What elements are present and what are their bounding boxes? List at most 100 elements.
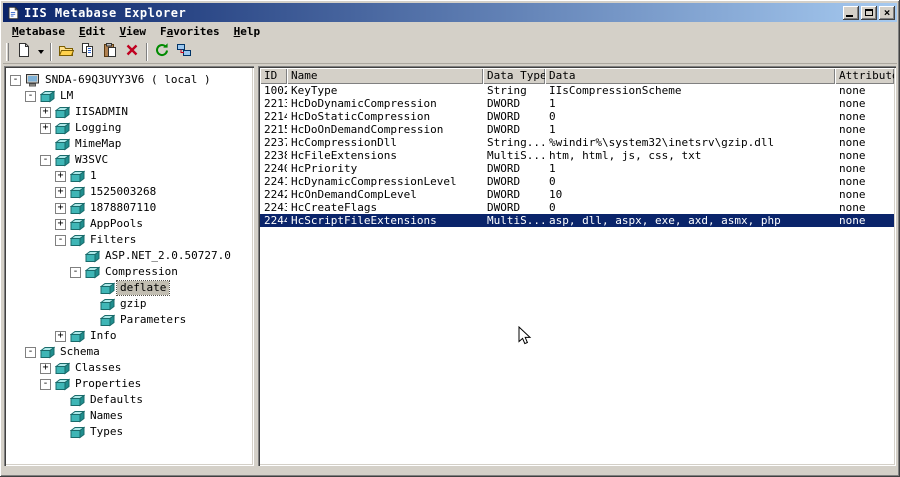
tree-label[interactable]: Logging [72,121,124,135]
menu-item-view[interactable]: View [112,23,153,40]
delete-button[interactable] [121,41,143,63]
tree-item-1878807110[interactable]: +1878807110 [6,200,252,216]
tree-label[interactable]: deflate [115,280,171,296]
expand-icon[interactable]: + [55,218,66,230]
list-header: IDNameData TypeDataAttributes [260,68,894,84]
tree-label[interactable]: Classes [72,361,124,375]
menu-item-edit[interactable]: Edit [72,23,113,40]
tree-label[interactable]: SNDA-69Q3UYY3V6 ( local ) [42,73,214,87]
column-header-attributes[interactable]: Attributes [835,68,894,84]
tree-label[interactable]: Filters [87,233,139,247]
tree-label[interactable]: IISADMIN [72,105,131,119]
collapse-icon[interactable]: - [10,74,21,86]
cell-data: IIsCompressionScheme [549,84,682,97]
table-row-2237[interactable]: 2237 HcCompressionDll String... %windir%\sy… [260,136,894,149]
tree-item-iisadmin[interactable]: + IISADMIN [6,104,252,120]
expand-icon[interactable]: + [40,106,51,118]
column-header-id[interactable]: ID [260,68,287,84]
collapse-icon[interactable]: - [25,90,36,102]
tree-item-info[interactable]: + Info [6,328,252,344]
tree-label[interactable]: MimeMap [72,137,124,151]
tree-label[interactable]: Schema [57,345,103,359]
tree-item-schema[interactable]: - Schema [6,344,252,360]
tree-item-parameters[interactable]: Parameters [6,312,252,328]
tree-item-asp-net-2-0-50727-0[interactable]: ASP.NET_2.0.50727.0 [6,248,252,264]
expand-icon[interactable]: + [55,202,66,214]
table-row-2215[interactable]: 2215 HcDoOnDemandCompression DWORD 1 none [260,123,894,136]
table-row-2244[interactable]: 2244 HcScriptFileExtensions MultiS... asp, … [260,214,894,227]
table-row-2238[interactable]: 2238 HcFileExtensions MultiS... htm, html, … [260,149,894,162]
tree-item-w3svc[interactable]: - W3SVC [6,152,252,168]
menu-item-metabase[interactable]: Metabase [5,23,72,40]
tree-item-compression[interactable]: - Compression [6,264,252,280]
expand-icon[interactable]: + [40,122,51,134]
menu-item-help[interactable]: Help [227,23,268,40]
metabase-node-icon [55,361,72,375]
paste-button[interactable] [99,41,121,63]
tree-label[interactable]: ASP.NET_2.0.50727.0 [102,249,234,263]
expand-icon[interactable]: + [55,170,66,182]
collapse-icon[interactable]: - [70,266,81,278]
tree-item-1[interactable]: +1 [6,168,252,184]
table-row-1002[interactable]: 1002 KeyType String IIsCompressionScheme non… [260,84,894,97]
tree-item-deflate[interactable]: deflate [6,280,252,296]
metabase-node-icon [85,249,102,263]
tree-item-lm[interactable]: - LM [6,88,252,104]
tree-item-mimemap[interactable]: MimeMap [6,136,252,152]
new-record-dropdown-button[interactable] [35,41,47,63]
tree-label[interactable]: gzip [117,297,150,311]
tree-label[interactable]: W3SVC [72,153,111,167]
expand-icon[interactable]: + [40,362,51,374]
tree-label[interactable]: LM [57,89,76,103]
tree-label[interactable]: Properties [72,377,144,391]
tree-label[interactable]: Defaults [87,393,146,407]
maximize-button[interactable] [861,5,877,20]
column-header-data[interactable]: Data [545,68,835,84]
tree-item-classes[interactable]: + Classes [6,360,252,376]
table-row-2240[interactable]: 2240 HcPriority DWORD 1 none [260,162,894,175]
tree-label[interactable]: Parameters [117,313,189,327]
table-row-2213[interactable]: 2213 HcDoDynamicCompression DWORD 1 none [260,97,894,110]
tree-label[interactable]: 1 [87,169,100,183]
tree-item-snda-69q3uyy3v6-local[interactable]: - SNDA-69Q3UYY3V6 ( local ) [6,72,252,88]
tree-item-filters[interactable]: - Filters [6,232,252,248]
minimize-button[interactable] [843,5,859,20]
collapse-icon[interactable]: - [40,378,51,390]
new-record-button[interactable] [13,41,35,63]
tree-label[interactable]: Names [87,409,126,423]
expand-icon[interactable]: + [55,330,66,342]
menu-item-favorites[interactable]: Favorites [153,23,227,40]
cell-data-type: DWORD [487,123,521,136]
open-button[interactable] [55,41,77,63]
cell-attributes: none [839,110,866,123]
column-header-data-type[interactable]: Data Type [483,68,545,84]
collapse-icon[interactable]: - [40,154,51,166]
permissions-button[interactable] [173,41,195,63]
table-row-2241[interactable]: 2241 HcDynamicCompressionLevel DWORD 0 none [260,175,894,188]
tree-item-logging[interactable]: + Logging [6,120,252,136]
tree-item-defaults[interactable]: Defaults [6,392,252,408]
tree-label[interactable]: 1525003268 [87,185,159,199]
expand-icon[interactable]: + [55,186,66,198]
collapse-icon[interactable]: - [55,234,66,246]
copy-button[interactable] [77,41,99,63]
tree-item-names[interactable]: Names [6,408,252,424]
tree-label[interactable]: Compression [102,265,181,279]
close-button[interactable]: × [879,5,895,20]
tree-item-types[interactable]: Types [6,424,252,440]
tree-item-1525003268[interactable]: +1525003268 [6,184,252,200]
refresh-button[interactable] [151,41,173,63]
table-row-2242[interactable]: 2242 HcOnDemandCompLevel DWORD 10 none [260,188,894,201]
tree-label[interactable]: AppPools [87,217,146,231]
table-row-2214[interactable]: 2214 HcDoStaticCompression DWORD 0 none [260,110,894,123]
tree-label[interactable]: Types [87,425,126,439]
tree-label[interactable]: Info [87,329,120,343]
table-row-2243[interactable]: 2243 HcCreateFlags DWORD 0 none [260,201,894,214]
column-header-name[interactable]: Name [287,68,483,84]
toolbar-grip[interactable] [6,42,9,61]
tree-label[interactable]: 1878807110 [87,201,159,215]
tree-item-gzip[interactable]: gzip [6,296,252,312]
tree-item-apppools[interactable]: + AppPools [6,216,252,232]
tree-item-properties[interactable]: - Properties [6,376,252,392]
collapse-icon[interactable]: - [25,346,36,358]
